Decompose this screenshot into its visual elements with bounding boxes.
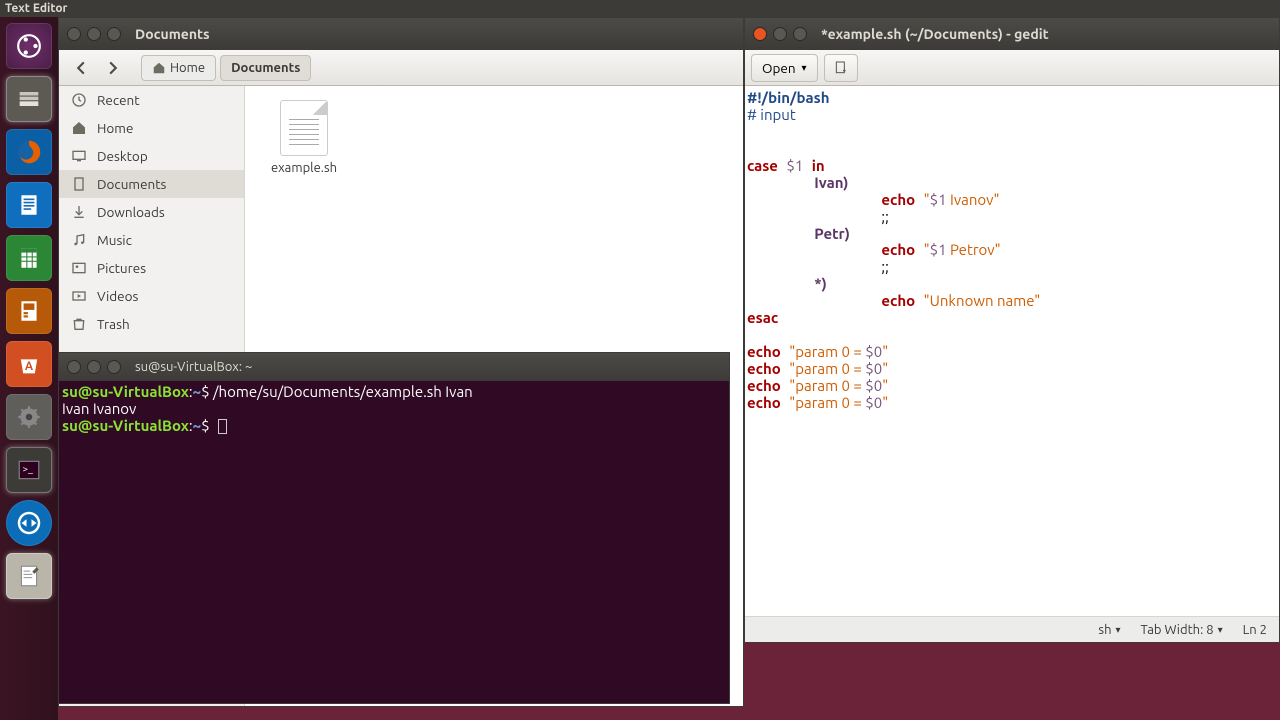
open-button[interactable]: Open ▾ [751,54,818,82]
sidebar-item-desktop[interactable]: Desktop [59,142,244,170]
status-line: Ln 2 [1243,623,1267,637]
path-documents[interactable]: Documents [220,55,311,81]
gedit-toolbar: Open ▾ [745,50,1279,86]
maximize-icon[interactable] [107,27,121,41]
chevron-down-icon: ▾ [1218,624,1223,636]
file-name: example.sh [271,161,337,175]
maximize-icon[interactable] [793,27,807,41]
svg-text:A: A [25,360,34,373]
forward-button[interactable] [99,54,127,82]
sidebar-item-home[interactable]: Home [59,114,244,142]
firefox-icon[interactable] [6,129,52,175]
software-center-icon[interactable]: A [6,341,52,387]
minimize-icon[interactable] [87,27,101,41]
gedit-launcher-icon[interactable] [6,553,52,599]
sidebar-item-downloads[interactable]: Downloads [59,198,244,226]
clock-icon [71,92,87,108]
file-example-sh[interactable]: example.sh [259,100,349,175]
gedit-statusbar: sh▾ Tab Width: 8▾ Ln 2 [745,616,1279,642]
window-title: Documents [135,26,210,42]
chevron-down-icon: ▾ [802,62,807,74]
new-tab-button[interactable] [824,54,858,82]
files-titlebar[interactable]: Documents [59,18,743,50]
sidebar-item-pictures[interactable]: Pictures [59,254,244,282]
unity-launcher: A >_ [0,17,58,720]
gedit-titlebar[interactable]: *example.sh (~/Documents) - gedit [745,18,1279,50]
gedit-title: *example.sh (~/Documents) - gedit [821,26,1049,42]
terminal-body[interactable]: su@su-VirtualBox:~$ /home/su/Documents/e… [59,381,729,437]
close-icon[interactable] [67,360,81,374]
editor-body[interactable]: #!/bin/bash # input case $1 in Ivan) ech… [745,86,1279,416]
svg-text:>_: >_ [23,463,33,474]
impress-icon[interactable] [6,288,52,334]
trash-icon [71,316,87,332]
menubar: Text Editor [0,0,1280,17]
terminal-title: su@su-VirtualBox: ~ [135,360,252,374]
writer-icon[interactable] [6,182,52,228]
home-icon [71,120,87,136]
script-file-icon [280,100,328,156]
documents-icon [71,176,87,192]
close-icon[interactable] [67,27,81,41]
sidebar-item-music[interactable]: Music [59,226,244,254]
home-icon [152,61,166,75]
calc-icon[interactable] [6,235,52,281]
chevron-down-icon: ▾ [1116,624,1121,636]
minimize-icon[interactable] [773,27,787,41]
music-icon [71,232,87,248]
videos-icon [71,288,87,304]
terminal-launcher-icon[interactable]: >_ [6,447,52,493]
desktop-icon [71,148,87,164]
sidebar-item-documents[interactable]: Documents [59,170,244,198]
new-doc-icon [833,60,849,76]
files-launcher-icon[interactable] [6,76,52,122]
dash-icon[interactable] [6,23,52,69]
app-title: Text Editor [5,2,68,15]
close-icon[interactable] [753,27,767,41]
downloads-icon [71,204,87,220]
terminal-titlebar[interactable]: su@su-VirtualBox: ~ [59,353,729,381]
settings-icon[interactable] [6,394,52,440]
gedit-window: *example.sh (~/Documents) - gedit Open ▾… [744,17,1280,643]
sidebar-item-recent[interactable]: Recent [59,86,244,114]
teamviewer-icon[interactable] [6,500,52,546]
status-tabwidth[interactable]: Tab Width: 8▾ [1141,623,1223,637]
maximize-icon[interactable] [107,360,121,374]
sidebar-item-videos[interactable]: Videos [59,282,244,310]
minimize-icon[interactable] [87,360,101,374]
terminal-window: su@su-VirtualBox: ~ su@su-VirtualBox:~$ … [58,352,730,704]
sidebar-item-trash[interactable]: Trash [59,310,244,338]
status-lang[interactable]: sh▾ [1098,623,1120,637]
back-button[interactable] [67,54,95,82]
files-toolbar: Home Documents [59,50,743,86]
pictures-icon [71,260,87,276]
path-home[interactable]: Home [141,55,216,81]
cursor [218,419,227,434]
